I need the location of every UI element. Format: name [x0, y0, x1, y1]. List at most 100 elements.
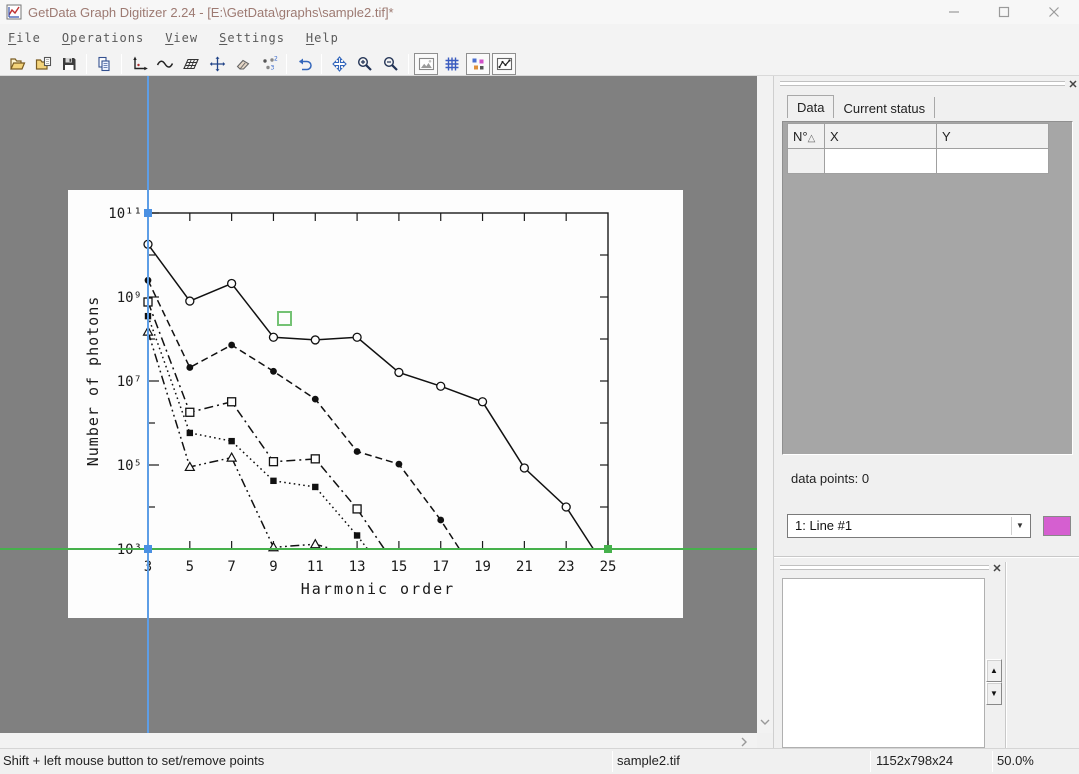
- image-canvas[interactable]: 3579111315171921232510³10⁵10⁷10⁹10¹¹Harm…: [0, 76, 757, 733]
- svg-text:19: 19: [474, 559, 491, 575]
- toolbar: 2 3: [0, 52, 1079, 76]
- minimize-button[interactable]: [929, 0, 979, 24]
- curve-preview-area: [782, 578, 985, 748]
- graph-plot: 3579111315171921232510³10⁵10⁷10⁹10¹¹Harm…: [68, 190, 683, 618]
- zoom-out-button[interactable]: [379, 53, 403, 75]
- status-separator: [992, 751, 993, 772]
- save-button[interactable]: [57, 53, 81, 75]
- x-axis-calibration-line: [0, 548, 757, 550]
- preview-divider: [1005, 562, 1007, 748]
- calibration-point-y2[interactable]: [144, 209, 152, 217]
- eraser-icon: [235, 56, 251, 72]
- preview-panel-grip[interactable]: [780, 565, 989, 570]
- copy-button[interactable]: [92, 53, 116, 75]
- scroll-down-icon[interactable]: [759, 718, 771, 726]
- line-selector-value: 1: Line #1: [795, 518, 852, 533]
- toolbar-separator: [286, 54, 287, 74]
- status-zoom-level: 50.0%: [997, 749, 1075, 774]
- pan-cross-icon: [331, 56, 348, 72]
- zoom-in-icon: [357, 56, 373, 72]
- dropdown-arrow-icon[interactable]: ▼: [1011, 517, 1028, 535]
- numbered-points-icon: 2 3: [261, 56, 278, 72]
- colored-points-icon: [470, 56, 486, 72]
- right-panel: Data Current status N°△ X Y data points:…: [773, 76, 1079, 748]
- preview-panel-close-button[interactable]: [991, 562, 1003, 574]
- spin-up-button[interactable]: ▲: [986, 659, 1002, 682]
- panel-tabs: Data Current status: [787, 93, 935, 118]
- folder-page-icon: [35, 56, 52, 72]
- renumber-points-button[interactable]: 2 3: [257, 53, 281, 75]
- copy-icon: [96, 56, 112, 72]
- calibration-point-x2[interactable]: [604, 545, 612, 553]
- svg-text:7: 7: [227, 559, 235, 575]
- grid-icon: [444, 56, 460, 72]
- window-controls: [929, 0, 1079, 24]
- menu-help[interactable]: Help: [306, 31, 339, 45]
- sort-triangle-icon: △: [808, 133, 816, 144]
- svg-text:9: 9: [269, 559, 277, 575]
- svg-text:10⁷: 10⁷: [117, 374, 142, 390]
- svg-text:10¹¹: 10¹¹: [108, 206, 142, 222]
- toggle-preview-button[interactable]: [492, 53, 516, 75]
- toggle-grid-button[interactable]: [440, 53, 464, 75]
- slanted-grid-icon: [182, 56, 200, 72]
- open-project-button[interactable]: [31, 53, 55, 75]
- canvas-vertical-scrollbar[interactable]: [757, 76, 773, 733]
- line-chart-icon: [496, 56, 513, 72]
- status-hint: Shift + left mouse button to set/remove …: [3, 749, 608, 774]
- line-selector-dropdown[interactable]: 1: Line #1 ▼: [787, 514, 1031, 538]
- pan-button[interactable]: [327, 53, 351, 75]
- toggle-image-button[interactable]: [414, 53, 438, 75]
- wave-icon: [156, 56, 174, 72]
- menu-operations[interactable]: Operations: [62, 31, 144, 45]
- svg-text:21: 21: [516, 559, 533, 575]
- digitize-curve-button[interactable]: [153, 53, 177, 75]
- calibration-point-origin[interactable]: [144, 545, 152, 553]
- spin-down-button[interactable]: ▼: [986, 682, 1002, 705]
- menu-view[interactable]: View: [165, 31, 198, 45]
- open-folder-icon: [9, 56, 26, 72]
- axes-icon: [131, 56, 148, 72]
- toolbar-separator: [408, 54, 409, 74]
- svg-text:11: 11: [307, 559, 324, 575]
- zoom-out-icon: [383, 56, 399, 72]
- data-table-area: N°△ X Y: [782, 121, 1073, 455]
- tab-data[interactable]: Data: [787, 95, 834, 118]
- data-points-count: data points: 0: [791, 471, 869, 486]
- column-header-x[interactable]: X: [825, 124, 937, 149]
- tab-current-status[interactable]: Current status: [834, 97, 935, 118]
- menu-settings[interactable]: Settings: [219, 31, 285, 45]
- svg-text:2: 2: [274, 56, 278, 63]
- y-axis-calibration-line: [147, 76, 149, 733]
- panel-divider: [774, 556, 1079, 558]
- column-header-no[interactable]: N°△: [788, 124, 825, 149]
- move-points-button[interactable]: [205, 53, 229, 75]
- floppy-disk-icon: [61, 56, 77, 72]
- svg-text:10⁹: 10⁹: [117, 290, 142, 306]
- set-scale-button[interactable]: [127, 53, 151, 75]
- window-title: GetData Graph Digitizer 2.24 - [E:\GetDa…: [28, 5, 394, 20]
- title-bar: GetData Graph Digitizer 2.24 - [E:\GetDa…: [0, 0, 1079, 24]
- data-panel-grip[interactable]: [780, 81, 1065, 86]
- column-header-y[interactable]: Y: [937, 124, 1049, 149]
- canvas-horizontal-scrollbar[interactable]: [0, 733, 757, 748]
- status-separator: [612, 751, 613, 772]
- eraser-button[interactable]: [231, 53, 255, 75]
- scanned-graph-image[interactable]: 3579111315171921232510³10⁵10⁷10⁹10¹¹Harm…: [68, 190, 683, 618]
- digitize-area-button[interactable]: [179, 53, 203, 75]
- open-file-button[interactable]: [5, 53, 29, 75]
- maximize-button[interactable]: [979, 0, 1029, 24]
- close-button[interactable]: [1029, 0, 1079, 24]
- undo-arrow-icon: [296, 56, 313, 72]
- line-color-swatch[interactable]: [1043, 516, 1071, 536]
- menu-file[interactable]: File: [8, 31, 41, 45]
- move-crosshair-icon: [209, 56, 226, 72]
- toggle-points-button[interactable]: [466, 53, 490, 75]
- undo-button[interactable]: [292, 53, 316, 75]
- data-panel-close-button[interactable]: [1067, 78, 1079, 90]
- y-value-cell: [937, 149, 1049, 174]
- svg-text:17: 17: [432, 559, 449, 575]
- scroll-right-icon[interactable]: [740, 736, 748, 748]
- menu-bar: File Operations View Settings Help: [0, 24, 1079, 52]
- zoom-in-button[interactable]: [353, 53, 377, 75]
